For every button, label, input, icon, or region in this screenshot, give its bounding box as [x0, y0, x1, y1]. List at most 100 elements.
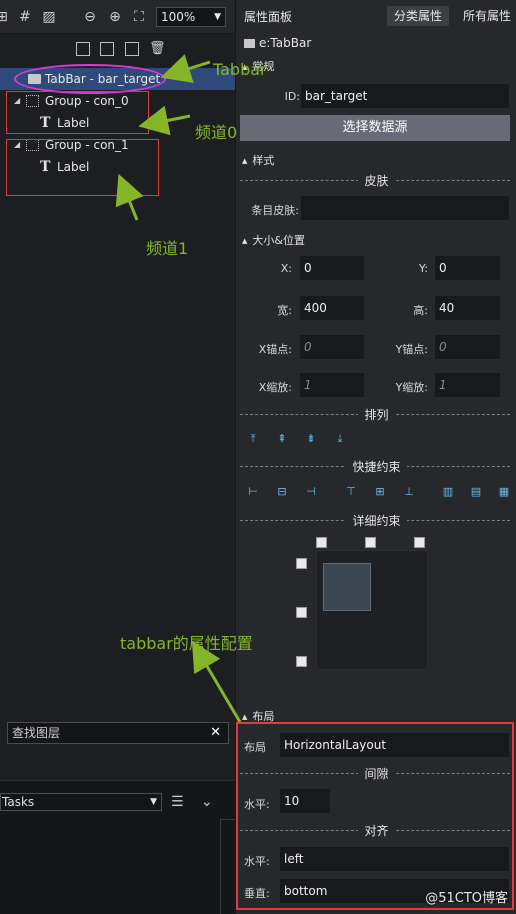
panel-header: 属性面板 分类属性 所有属性	[236, 0, 516, 32]
constraint-left-top-checkbox[interactable]	[296, 558, 307, 569]
x-input[interactable]: 0	[300, 256, 364, 280]
clear-list-icon[interactable]: ☰	[171, 793, 184, 811]
trash-icon[interactable]: 🗑	[149, 42, 166, 56]
quick-constraint-title: 快捷约束	[236, 458, 516, 475]
chevron-down-icon[interactable]: ⌄	[201, 793, 213, 811]
anchor-y-input[interactable]: 0	[435, 335, 500, 359]
channel1-note: 频道1	[146, 239, 189, 258]
tasks-select[interactable]: Tasks ▼	[0, 793, 162, 811]
x-value: 0	[304, 261, 312, 275]
section-style[interactable]: ▲ 样式	[242, 152, 274, 168]
grid-icon[interactable]: #	[17, 9, 33, 25]
collapse-triangle-icon: ▲	[242, 237, 248, 245]
component-icon	[244, 39, 255, 48]
send-to-back-icon[interactable]: ⤓	[333, 432, 347, 446]
collapse-triangle-icon: ▲	[242, 157, 248, 165]
zoom-select[interactable]: 100% ▼	[156, 7, 226, 27]
align-bottom-icon[interactable]: ⊥	[402, 485, 416, 499]
zoom-value: 100%	[161, 10, 196, 24]
layout-highlight-box	[236, 722, 514, 910]
send-backward-icon[interactable]: ⇟	[304, 432, 318, 446]
scale-x-input[interactable]: 1	[300, 373, 364, 397]
height-input[interactable]: 40	[435, 296, 500, 320]
skin-title: 皮肤	[236, 172, 516, 189]
constraint-target-preview	[323, 563, 371, 611]
search-placeholder: 查找图层	[12, 726, 61, 740]
detail-constraint-title-label: 详细约束	[346, 514, 407, 528]
width-value: 400	[304, 301, 327, 315]
image-icon[interactable]: ▨	[41, 9, 57, 25]
chevron-down-icon: ▼	[214, 12, 221, 22]
width-input[interactable]: 400	[300, 296, 364, 320]
scale-y-input[interactable]: 1	[435, 373, 500, 397]
close-icon[interactable]: ✕	[210, 723, 221, 743]
copy-layer-icon[interactable]	[125, 42, 139, 56]
ungroup-layer-icon[interactable]	[100, 42, 114, 56]
x-label: X:	[280, 262, 292, 275]
tabbar-note: Tabbar	[213, 60, 267, 79]
width-label: 宽:	[277, 304, 292, 317]
tasks-area: Tasks ▼ ☰ ⌄	[0, 780, 235, 914]
component-name: e:TabBar	[244, 36, 311, 50]
component-label: e:TabBar	[259, 36, 312, 50]
zoom-in-icon[interactable]: ⊕	[107, 9, 123, 25]
quick-constraint-title-label: 快捷约束	[346, 460, 407, 474]
section-size-position-label: 大小&位置	[252, 234, 305, 247]
bring-to-front-icon[interactable]: ⤒	[246, 432, 260, 446]
tab-all-properties[interactable]: 所有属性	[458, 6, 516, 26]
fit-screen-icon[interactable]: ⛶	[131, 9, 147, 25]
select-data-source-button[interactable]: 选择数据源	[240, 115, 510, 141]
constraint-left-bottom-checkbox[interactable]	[296, 656, 307, 667]
config-note: tabbar的属性配置	[120, 634, 253, 653]
zoom-out-icon[interactable]: ⊖	[82, 9, 98, 25]
id-label: ID:	[284, 90, 300, 103]
fill-width-icon[interactable]: ▥	[441, 485, 455, 499]
id-value: bar_target	[305, 89, 368, 103]
left-toolbar: ⊞ # ▨ ⊖ ⊕ ⛶ 100% ▼	[0, 0, 235, 34]
channel0-note: 频道0	[195, 123, 238, 142]
align-center-v-icon[interactable]: ⊞	[373, 485, 387, 499]
fill-height-icon[interactable]: ▤	[469, 485, 483, 499]
scale-x-value: 1	[304, 378, 312, 392]
skin-title-label: 皮肤	[358, 174, 395, 188]
anchor-x-value: 0	[304, 340, 312, 354]
section-style-label: 样式	[252, 154, 275, 167]
constraint-top-left-checkbox[interactable]	[316, 537, 327, 548]
scale-x-label: X缩放:	[258, 381, 292, 394]
search-layers-input[interactable]: 查找图层 ✕	[7, 722, 229, 744]
anchor-y-label: Y锚点:	[395, 343, 428, 356]
constraint-preview	[316, 550, 428, 670]
item-skin-label: 条目皮肤:	[251, 204, 299, 217]
layer-actions: 🗑	[0, 38, 235, 64]
anchor-x-input[interactable]: 0	[300, 335, 364, 359]
constraint-left-middle-checkbox[interactable]	[296, 607, 307, 618]
align-right-icon[interactable]: ⊣	[304, 485, 318, 499]
scale-y-label: Y缩放:	[395, 381, 428, 394]
y-value: 0	[439, 261, 447, 275]
fill-both-icon[interactable]: ▦	[497, 485, 511, 499]
watermark: @51CTO博客	[425, 891, 508, 906]
chevron-down-icon: ▼	[150, 797, 157, 807]
anchor-y-value: 0	[439, 340, 447, 354]
align-left-icon[interactable]: ⊢	[246, 485, 260, 499]
height-label: 高:	[413, 304, 428, 317]
tasks-value: Tasks	[2, 795, 35, 809]
arrange-title-label: 排列	[358, 408, 395, 422]
align-top-icon[interactable]: ⊤	[344, 485, 358, 499]
y-label: Y:	[419, 262, 428, 275]
channel0-highlight-box	[6, 91, 149, 134]
id-input[interactable]: bar_target	[301, 84, 509, 108]
table-icon[interactable]: ⊞	[0, 9, 10, 25]
align-center-h-icon[interactable]: ⊟	[275, 485, 289, 499]
arrange-title: 排列	[236, 406, 516, 423]
constraint-top-right-checkbox[interactable]	[414, 537, 425, 548]
tab-category-properties[interactable]: 分类属性	[387, 6, 449, 26]
item-skin-input[interactable]	[301, 196, 509, 220]
group-layer-icon[interactable]	[76, 42, 90, 56]
y-input[interactable]: 0	[435, 256, 500, 280]
bring-forward-icon[interactable]: ⇞	[275, 432, 289, 446]
constraint-top-center-checkbox[interactable]	[365, 537, 376, 548]
anchor-x-label: X锚点:	[258, 343, 292, 356]
section-size-position[interactable]: ▲ 大小&位置	[242, 232, 305, 248]
channel1-highlight-box	[6, 139, 159, 196]
